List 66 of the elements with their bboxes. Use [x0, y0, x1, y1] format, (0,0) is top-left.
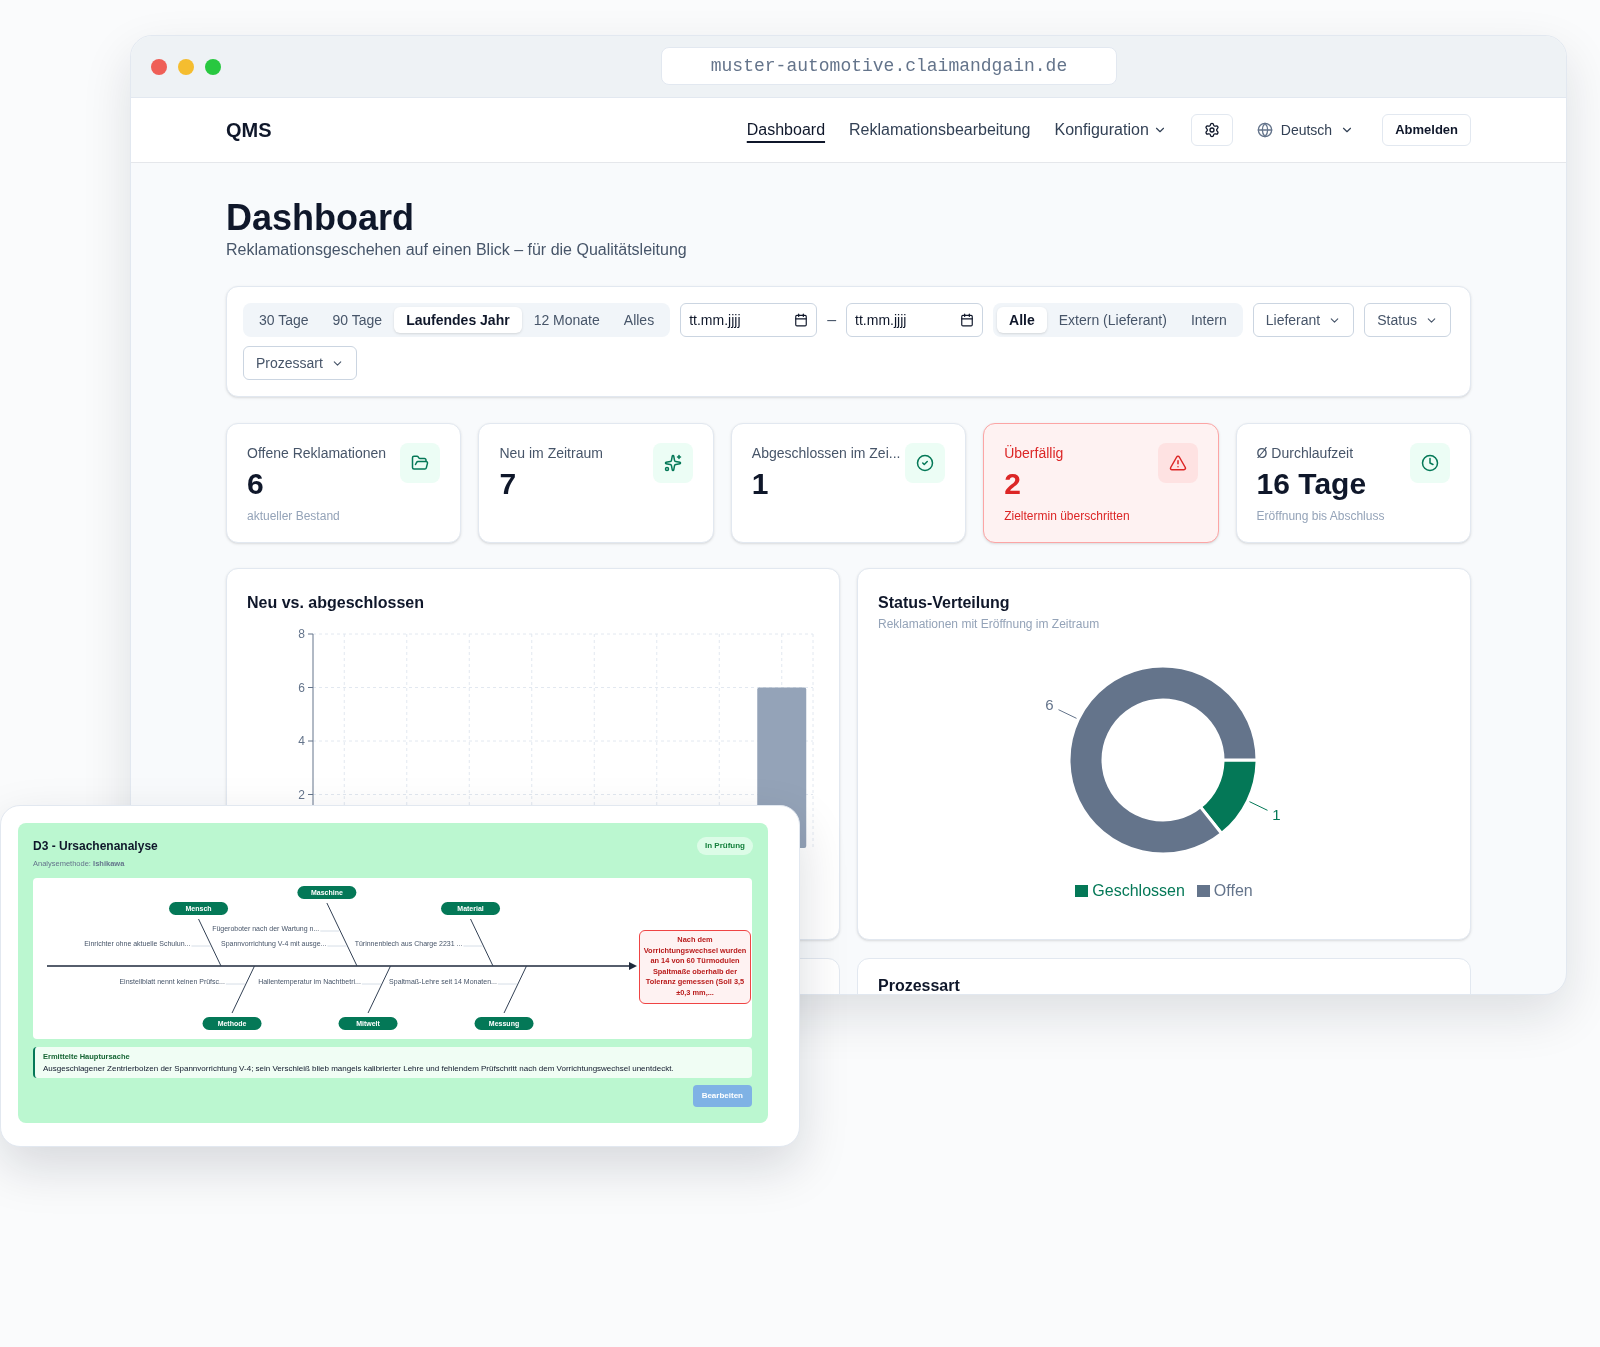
calendar-icon — [960, 313, 975, 327]
filter-tab[interactable]: Alles — [611, 307, 667, 333]
date-field[interactable]: tt.mm.jjjj — [680, 303, 818, 337]
filter-tab[interactable]: 30 Tage — [247, 307, 321, 333]
nav-link[interactable]: Reklamationsbearbeitung — [849, 118, 1031, 142]
kpi-title: Offene Reklamationen — [247, 444, 387, 463]
leader-line — [1249, 801, 1268, 811]
kpi-title: Ø Durchlaufzeit — [1256, 444, 1355, 463]
axis-tick-label: 4 — [298, 734, 305, 748]
status-badge: In Prüfung — [697, 837, 753, 855]
legend-label: Geschlossen — [1092, 881, 1185, 901]
kpi-title: Überfällig — [1004, 444, 1065, 463]
axis-tick-label: 6 — [298, 680, 305, 695]
logout-button[interactable]: Abmelden — [1382, 114, 1471, 146]
card-title: Status-Verteilung — [878, 593, 1011, 613]
root-cause-text: Ausgeschlagener Zentrierbolzen der Spannvorrichtung V-4; sein Verschleiß blieb mangels kalibrierter Lehre und fehlendem Prüfschritt nach dem Vorrichtungswechsel unentdeckt. — [43, 1062, 675, 1074]
data-label: 6 — [1045, 696, 1054, 714]
kpi-title: Neu im Zeitraum — [499, 444, 603, 463]
filter-dropdown[interactable]: Status — [1364, 303, 1451, 337]
folder-icon — [400, 443, 441, 483]
kpi-note: Eröffnung bis Abschluss — [1256, 508, 1385, 525]
card-title: Neu vs. abgeschlossen — [247, 593, 425, 613]
axis-tick-label: 2 — [298, 787, 305, 802]
kpi-note: Zieltermin überschritten — [1004, 508, 1130, 525]
bone-line — [367, 965, 391, 1014]
nav-link[interactable]: Konfiguration — [1054, 118, 1167, 142]
kpi-value: 6 — [247, 466, 265, 502]
filter-tab[interactable]: Laufendes Jahr — [394, 307, 522, 333]
brand-logo[interactable]: QMS — [226, 115, 272, 145]
kpi-value: 1 — [751, 466, 770, 502]
date-separator: – — [827, 310, 837, 330]
filter-tab[interactable]: Extern (Lieferant) — [1046, 307, 1179, 333]
bone-line — [231, 965, 255, 1014]
address-bar[interactable]: muster-automotive.claimandgain.de — [661, 47, 1117, 85]
settings-icon — [1203, 122, 1220, 138]
clock-icon — [1410, 443, 1450, 483]
filter-dropdown[interactable]: Prozessart — [243, 346, 357, 380]
kpi-note: aktueller Bestand — [247, 508, 341, 525]
nav-link[interactable]: Dashboard — [746, 118, 826, 142]
axis-tick-label: 8 — [298, 627, 305, 641]
leader-line — [1058, 709, 1077, 719]
page-title: Dashboard — [226, 197, 416, 239]
date-field[interactable]: tt.mm.jjjj — [846, 303, 984, 337]
filter-tab[interactable]: 90 Tage — [320, 307, 395, 333]
page-subtitle: Reklamationsgeschehen auf einen Blick – für die Qualitätsleitung — [226, 240, 688, 260]
card-subtitle: Reklamationen mit Eröffnung im Zeitraum — [878, 616, 1101, 633]
kpi-value: 7 — [499, 466, 518, 502]
card-title: Prozessart — [878, 976, 961, 994]
kpi-title: Abgeschlossen im Zei... — [751, 444, 901, 463]
filter-tab[interactable]: Intern — [1178, 307, 1239, 333]
kpi-value: 16 Tage — [1256, 466, 1368, 502]
bone-line — [503, 965, 527, 1014]
kpi-value: 2 — [1004, 466, 1022, 502]
data-label: 1 — [1272, 805, 1281, 823]
filter-tab[interactable]: Alle — [997, 307, 1047, 333]
filter-tab[interactable]: 12 Monate — [521, 307, 612, 333]
bone-line — [470, 918, 494, 967]
filter-dropdown[interactable]: Lieferant — [1252, 303, 1355, 337]
sparkle-icon — [652, 443, 693, 483]
language-selector[interactable]: Deutsch — [1256, 119, 1355, 141]
calendar-icon — [794, 313, 809, 327]
settings-button[interactable] — [1190, 114, 1233, 146]
warning-icon — [1157, 443, 1198, 483]
analysis-title: D3 - Ursachenanalyse — [33, 838, 158, 855]
globe-icon — [1256, 122, 1273, 138]
legend-label: Offen — [1213, 881, 1253, 901]
